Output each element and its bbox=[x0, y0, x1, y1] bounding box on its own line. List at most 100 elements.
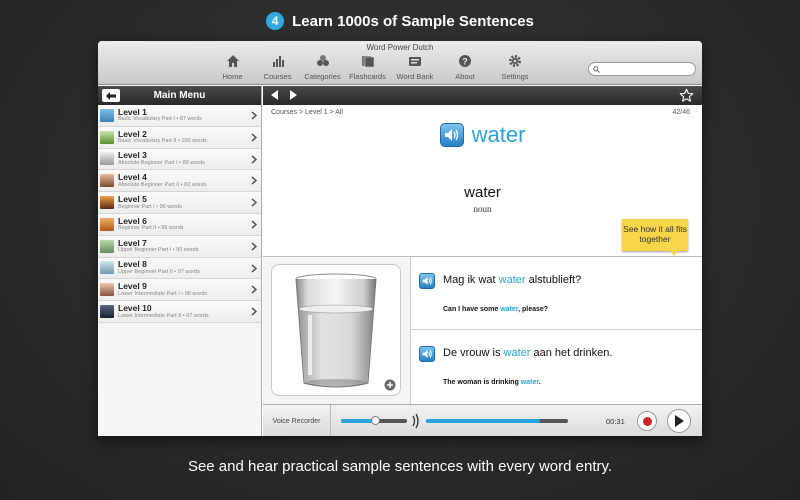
level-name: Level 10 bbox=[118, 303, 152, 314]
sidebar-title: Main Menu bbox=[153, 90, 206, 101]
level-name: Level 9 bbox=[118, 281, 147, 292]
level-item[interactable]: Level 8 Upper Beginner Part II • 97 words bbox=[98, 257, 261, 280]
level-name: Level 7 bbox=[118, 237, 147, 248]
sentence-highlight: water bbox=[520, 379, 539, 386]
toolbar-settings-label: Settings bbox=[501, 72, 529, 81]
chevron-right-icon bbox=[251, 307, 257, 316]
record-button[interactable] bbox=[637, 411, 657, 431]
word-text: water bbox=[464, 184, 501, 201]
titlebar: Word Power Dutch Home Courses Categories… bbox=[98, 41, 702, 85]
sample-sentence: De vrouw is water aan het drinken. The w… bbox=[411, 330, 702, 403]
flashcards-icon bbox=[361, 56, 374, 68]
level-name: Level 8 bbox=[118, 259, 147, 270]
chevron-right-icon bbox=[251, 111, 257, 120]
word-entry-panel: Courses > Level 1 > All 42/46 water wate… bbox=[263, 86, 702, 436]
toolbar-about-label: About bbox=[455, 72, 475, 81]
level-thumbnail bbox=[100, 130, 114, 144]
level-subtitle: Absolute Beginner Part II • 82 words bbox=[118, 181, 207, 188]
back-button[interactable] bbox=[102, 89, 120, 102]
chevron-right-icon bbox=[251, 176, 257, 185]
svg-text:?: ? bbox=[462, 57, 468, 67]
level-thumbnail bbox=[100, 152, 114, 166]
headword: water bbox=[471, 122, 526, 147]
search-input[interactable] bbox=[603, 64, 693, 74]
playback-time: 00:31 bbox=[606, 417, 625, 426]
chevron-right-icon bbox=[251, 155, 257, 164]
zoom-plus-icon[interactable] bbox=[384, 379, 396, 391]
search-field[interactable] bbox=[588, 62, 696, 76]
sidebar: Main Menu Level 1 Basic Vocabulary Part I… bbox=[98, 86, 262, 436]
level-thumbnail bbox=[100, 108, 114, 122]
sentence-highlight: water bbox=[500, 306, 519, 313]
step-badge: 4 bbox=[266, 12, 285, 30]
chevron-right-icon bbox=[251, 220, 257, 229]
level-item[interactable]: Level 6 Beginner Part II • 99 words bbox=[98, 213, 261, 236]
headword-audio-button[interactable] bbox=[439, 123, 464, 147]
toolbar-home-button[interactable]: Home bbox=[210, 54, 255, 81]
gear-icon bbox=[509, 55, 521, 67]
level-thumbnail bbox=[100, 305, 114, 319]
question-icon: ? bbox=[459, 55, 471, 67]
examples-area: Mag ik wat water alstublieft? Can I have… bbox=[263, 257, 702, 404]
chevron-right-icon bbox=[251, 133, 257, 142]
speaker-icon bbox=[444, 129, 458, 141]
toolbar-flashcards-button[interactable]: Flashcards bbox=[345, 54, 390, 81]
glass-of-water-image bbox=[295, 273, 377, 388]
voice-recorder-button[interactable]: Voice Recorder bbox=[263, 405, 331, 436]
volume-icon bbox=[412, 413, 419, 429]
toolbar-word-bank-label: Word Bank bbox=[396, 72, 434, 81]
part-of-speech: noun bbox=[473, 204, 492, 214]
toolbar-settings-button[interactable]: Settings bbox=[490, 54, 540, 81]
sentence-dutch: Mag ik wat water alstublieft? bbox=[443, 274, 581, 286]
speaker-icon bbox=[422, 349, 432, 359]
app-window: Word Power Dutch Home Courses Categories… bbox=[98, 41, 702, 436]
audio-player: Voice Recorder 00:31 bbox=[263, 404, 702, 436]
level-subtitle: Basic Vocabulary Part II • 100 words bbox=[118, 138, 207, 145]
chevron-right-icon bbox=[251, 198, 257, 207]
promo-title: Learn 1000s of Sample Sentences bbox=[292, 12, 534, 30]
star-icon[interactable] bbox=[679, 88, 694, 103]
home-icon bbox=[226, 55, 239, 67]
level-item[interactable]: Level 2 Basic Vocabulary Part II • 100 wo… bbox=[98, 126, 261, 149]
sample-sentences: Mag ik wat water alstublieft? Can I have… bbox=[410, 257, 702, 404]
sentence-english: Can I have some water, please? bbox=[443, 306, 548, 313]
level-item[interactable]: Level 7 Upper Beginner Part I • 90 words bbox=[98, 235, 261, 258]
level-item[interactable]: Level 9 Lower Intermediate Part I • 98 wo… bbox=[98, 279, 261, 302]
sentence-text: . bbox=[538, 379, 541, 386]
toolbar-flashcards-label: Flashcards bbox=[349, 72, 386, 81]
level-subtitle: Lower Intermediate Part II • 97 words bbox=[118, 312, 209, 319]
volume-slider[interactable] bbox=[341, 416, 407, 425]
level-item[interactable]: Level 5 Beginner Part I • 96 words bbox=[98, 192, 261, 214]
level-name: Level 2 bbox=[118, 128, 147, 139]
toolbar-word-bank-button[interactable]: Word Bank bbox=[390, 54, 440, 81]
sentence-audio-button[interactable] bbox=[419, 273, 435, 289]
level-subtitle: Upper Beginner Part II • 97 words bbox=[118, 268, 201, 275]
progress-fill bbox=[426, 419, 540, 423]
level-subtitle: Beginner Part II • 99 words bbox=[118, 225, 184, 232]
level-item[interactable]: Level 4 Absolute Beginner Part II • 82 wo… bbox=[98, 170, 261, 193]
level-item[interactable]: Level 10 Lower Intermediate Part II • 97 … bbox=[98, 301, 261, 323]
previous-arrow-icon[interactable] bbox=[271, 90, 279, 100]
window-title: Word Power Dutch bbox=[366, 43, 434, 52]
word-image-card[interactable] bbox=[271, 264, 401, 396]
toolbar-about-button[interactable]: ? About bbox=[440, 54, 490, 81]
sample-sentence: Mag ik wat water alstublieft? Can I have… bbox=[411, 257, 702, 330]
level-subtitle: Basic Vocabulary Part I • 87 words bbox=[118, 116, 203, 123]
level-subtitle: Absolute Beginner Part I • 89 words bbox=[118, 159, 205, 166]
next-arrow-icon[interactable] bbox=[290, 90, 298, 100]
level-thumbnail bbox=[100, 261, 114, 275]
toolbar-categories-button[interactable]: Categories bbox=[300, 54, 345, 81]
level-name: Level 6 bbox=[118, 215, 147, 226]
playback-progress[interactable] bbox=[426, 419, 568, 423]
level-list: Level 1 Basic Vocabulary Part I • 87 word… bbox=[98, 105, 261, 323]
level-name: Level 1 bbox=[118, 106, 147, 117]
play-button[interactable] bbox=[667, 409, 691, 433]
level-thumbnail bbox=[100, 174, 114, 188]
volume-knob[interactable] bbox=[371, 416, 381, 425]
level-item[interactable]: Level 1 Basic Vocabulary Part I • 87 word… bbox=[98, 105, 261, 127]
level-item[interactable]: Level 3 Absolute Beginner Part I • 89 wor… bbox=[98, 148, 261, 171]
sentence-audio-button[interactable] bbox=[419, 346, 435, 362]
toolbar-courses-button[interactable]: Courses bbox=[255, 54, 300, 81]
headword-row: water bbox=[263, 122, 702, 148]
play-icon bbox=[675, 415, 684, 427]
